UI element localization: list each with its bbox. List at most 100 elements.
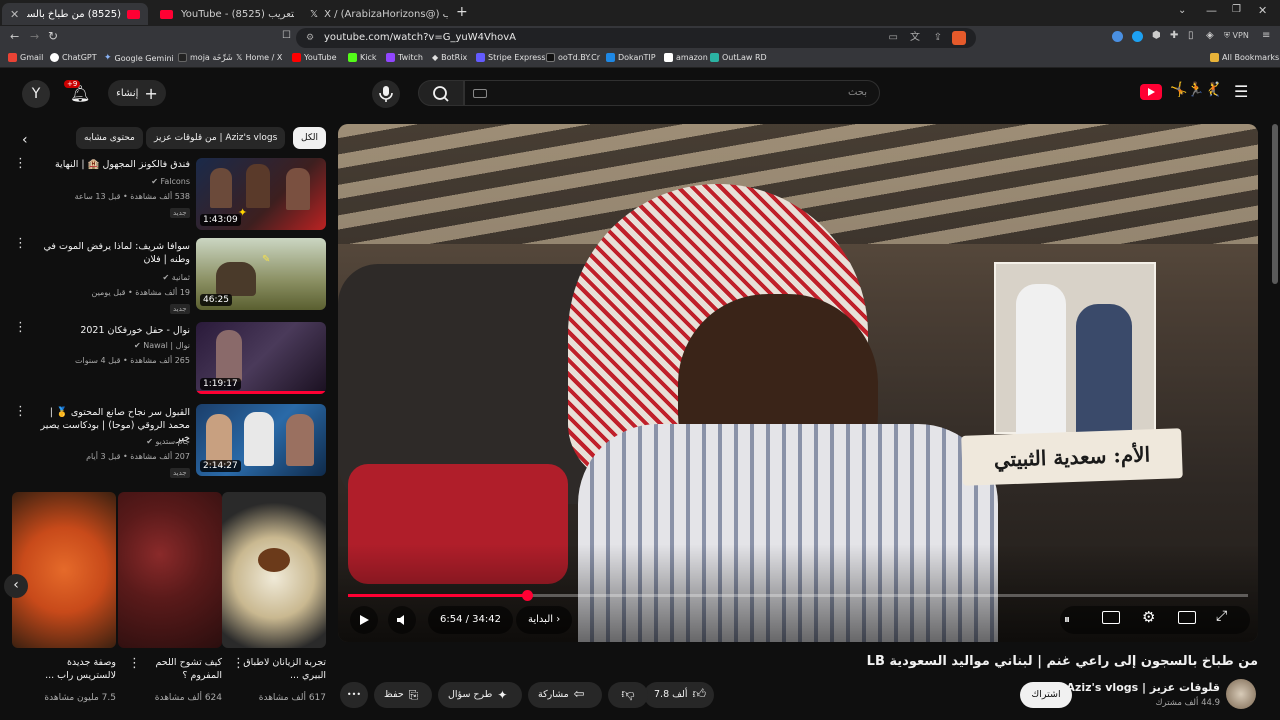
chips-scroll-left-icon[interactable]: ‹: [22, 132, 28, 148]
tab-active[interactable]: ✕ (8525) من طباخ بالسجون إلى راعي: [2, 3, 148, 25]
x-logo-icon: 𝕏: [310, 8, 319, 20]
video-thumbnail[interactable]: 2:14:27: [196, 404, 326, 476]
bookmark-gemini[interactable]: ✦ Google Gemini: [104, 53, 174, 63]
wallet-icon[interactable]: ◈: [1206, 30, 1214, 41]
bookmark-twitch[interactable]: Twitch: [386, 53, 423, 62]
account-avatar[interactable]: Y: [22, 80, 50, 108]
shorts-scroll-left-button[interactable]: ‹: [4, 574, 28, 598]
video-thumbnail[interactable]: ✦ 1:43:09: [196, 158, 326, 230]
video-channel[interactable]: Falcons ✔: [36, 176, 190, 188]
more-actions-button[interactable]: •••: [340, 682, 368, 708]
search-button[interactable]: [418, 80, 464, 106]
translate-icon[interactable]: 文: [910, 28, 920, 48]
autoplay-toggle-icon[interactable]: ⏸: [1064, 612, 1070, 627]
bookmark-moja[interactable]: moja شَرِّخَة: [178, 53, 233, 62]
short-thumbnail[interactable]: [12, 492, 116, 648]
video-channel[interactable]: جام ستديو ✔: [36, 436, 190, 448]
short-title[interactable]: كيف تشوح اللحم المفروم ؟: [138, 656, 222, 682]
tab-x[interactable]: 𝕏 X / (ArabizaHorizons@) آفاق التعريب: [302, 3, 456, 25]
more-actions-icon[interactable]: ⋮: [14, 237, 27, 250]
ask-button[interactable]: طرح سؤال ✦: [438, 682, 522, 708]
share-page-icon[interactable]: ⇪: [934, 28, 942, 48]
short-title[interactable]: تجربة الزيانان لاطباق البيري ...: [242, 656, 326, 682]
short-thumbnail[interactable]: [118, 492, 222, 648]
like-button[interactable]: 7.8 ألف 👍︎: [644, 682, 714, 708]
more-actions-icon[interactable]: ⋮: [14, 405, 27, 418]
guide-menu-icon[interactable]: ☰: [1234, 82, 1248, 101]
dislike-button[interactable]: 👎︎: [608, 682, 648, 708]
subtitles-icon[interactable]: [1102, 611, 1120, 624]
maximize-icon[interactable]: ❐: [1232, 4, 1241, 15]
bookmark-icon[interactable]: ☐: [282, 30, 291, 41]
video-thumbnail[interactable]: ✎ 46:25: [196, 238, 326, 310]
save-button[interactable]: حفظ ⎘: [374, 682, 432, 708]
back-icon[interactable]: ←: [10, 30, 19, 43]
video-channel[interactable]: نوال | Nawal ✔: [36, 340, 190, 352]
chapter-button[interactable]: البداية ›: [516, 606, 573, 634]
chip-all[interactable]: الكل: [293, 127, 327, 149]
fullscreen-icon[interactable]: ⤢: [1216, 608, 1227, 624]
create-button[interactable]: إنشاء +: [108, 80, 166, 106]
tab-list-icon[interactable]: ⌄: [1178, 5, 1186, 16]
chip-channel[interactable]: من قلوقات عزيز | Aziz's vlogs: [146, 127, 286, 149]
more-actions-icon[interactable]: ⋮: [14, 321, 27, 334]
bookmark-outlaw[interactable]: OutLaw RD: [710, 53, 767, 62]
more-actions-icon[interactable]: ⋮: [232, 657, 245, 670]
short-title[interactable]: وصفة جديدة لالستريس راب ...: [30, 656, 116, 682]
tab-youtube[interactable]: YouTube - آفاق التعريب (8525): [152, 3, 302, 25]
bookmark-amazon[interactable]: amazon: [664, 53, 708, 62]
video-thumbnail[interactable]: 1:19:17: [196, 322, 326, 394]
channel-avatar[interactable]: [1226, 679, 1256, 709]
new-tab-button[interactable]: +: [456, 4, 468, 20]
all-bookmarks-button[interactable]: All Bookmarks: [1210, 53, 1279, 62]
extension-icon[interactable]: [1112, 31, 1123, 42]
more-actions-icon[interactable]: ⋮: [128, 657, 141, 670]
video-player[interactable]: الأم: سعدية الثبيتي 6:54 / 34:42 البداية…: [338, 124, 1258, 642]
close-window-icon[interactable]: ✕: [1258, 4, 1267, 17]
page-scrollbar[interactable]: [1272, 124, 1278, 284]
cast-icon[interactable]: ▭: [889, 28, 898, 48]
theater-mode-icon[interactable]: [1178, 611, 1196, 624]
extension-icon[interactable]: ⬢: [1152, 30, 1161, 41]
progress-bar[interactable]: [348, 590, 1248, 601]
bookmark-gmail[interactable]: Gmail: [8, 53, 43, 62]
volume-button[interactable]: [388, 606, 416, 634]
youtube-logo-icon[interactable]: [1140, 84, 1162, 100]
extensions-puzzle-icon[interactable]: ✚: [1170, 30, 1178, 41]
reload-icon[interactable]: ↻: [48, 29, 58, 43]
close-tab-icon[interactable]: ✕: [10, 8, 19, 21]
short-thumbnail[interactable]: [222, 492, 326, 648]
minimize-icon[interactable]: —: [1206, 4, 1217, 17]
bookmark-botrix[interactable]: ◆ BotRix: [432, 53, 467, 62]
site-info-icon[interactable]: ⚙: [306, 28, 314, 48]
brave-shield-icon[interactable]: [952, 31, 966, 45]
bookmark-save-icon: ⎘: [408, 688, 419, 702]
share-button[interactable]: مشاركة ⇦: [528, 682, 602, 708]
bookmark-ootd[interactable]: ooTd.BY.Cr: [546, 53, 600, 62]
play-button[interactable]: [350, 606, 378, 634]
bookmark-chatgpt[interactable]: ChatGPT: [50, 53, 97, 62]
video-title[interactable]: نوال - حفل خورفكان 2021: [36, 324, 190, 337]
menu-icon[interactable]: ≡: [1262, 30, 1270, 41]
vpn-button[interactable]: ⛨ VPN: [1224, 31, 1249, 41]
keyboard-icon[interactable]: [473, 89, 487, 98]
video-title[interactable]: فندق فالكونز المجهول 🏨 | النهاية: [36, 158, 190, 171]
forward-icon[interactable]: →: [30, 30, 39, 43]
bookmark-dokantip[interactable]: DokanTIP: [606, 53, 656, 62]
more-actions-icon[interactable]: ⋮: [14, 157, 27, 170]
bookmark-stripe[interactable]: Stripe Express: [476, 53, 546, 62]
channel-name[interactable]: قلوقات عزيز | Aziz's vlogs: [1062, 681, 1220, 694]
bookmark-youtube[interactable]: YouTube: [292, 53, 337, 62]
chip-similar[interactable]: محتوى مشابه: [76, 127, 143, 149]
url-input[interactable]: ⚙ youtube.com/watch?v=G_yuW4VhovA ⇪ 文 ▭: [296, 28, 976, 48]
bookmark-kick[interactable]: Kick: [348, 53, 377, 62]
subscribe-button[interactable]: اشتراك: [1020, 682, 1072, 708]
settings-gear-icon[interactable]: ⚙: [1142, 608, 1155, 626]
search-input[interactable]: بحث: [464, 80, 880, 106]
voice-search-button[interactable]: [372, 80, 400, 108]
extension-icon[interactable]: [1132, 31, 1143, 42]
bookmark-x[interactable]: 𝕏 Home / X: [236, 53, 282, 62]
video-title[interactable]: سوافا شريف: لماذا يرفض الموت في وطنه | ف…: [36, 240, 190, 266]
video-channel[interactable]: ثمانية ✔: [36, 272, 190, 284]
sidebar-icon[interactable]: ▯: [1188, 30, 1194, 41]
